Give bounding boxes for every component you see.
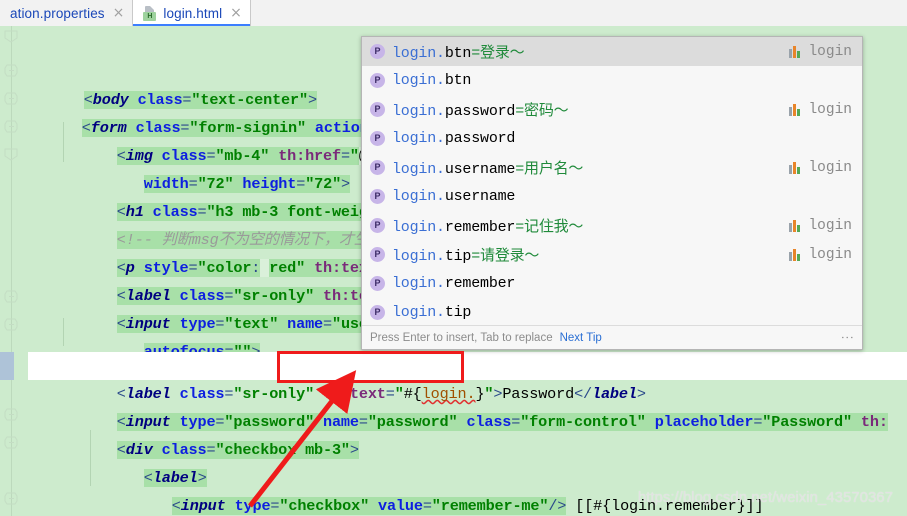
- watermark: https://blog.csdn.net/weixin_43570367: [637, 489, 893, 506]
- fold-minus-icon[interactable]: [4, 64, 19, 77]
- fold-chevron-icon[interactable]: [4, 148, 19, 161]
- autocomplete-item[interactable]: P login.tip=请登录～ login: [362, 240, 862, 269]
- fold-minus-icon[interactable]: [4, 92, 19, 105]
- autocomplete-item-label: login.password=密码～: [392, 103, 569, 120]
- code-line-comment[interactable]: <!-- 判断msg不为空的情况下，才生成: [63, 198, 384, 249]
- html-badge-label: H: [143, 11, 157, 21]
- property-icon: P: [370, 305, 385, 320]
- autocomplete-item-source: login: [789, 218, 852, 234]
- autocomplete-popup[interactable]: P login.btn=登录～ login P login.btn P logi…: [361, 36, 863, 350]
- autocomplete-item-label: login.username: [392, 188, 516, 205]
- property-icon: P: [370, 276, 385, 291]
- code-editor[interactable]: <body class="text-center"> <form class="…: [0, 26, 907, 516]
- fold-chevron-icon[interactable]: [4, 30, 19, 43]
- autocomplete-item-label: login.btn=登录～: [392, 45, 525, 62]
- close-icon[interactable]: ×: [230, 6, 242, 20]
- autocomplete-item[interactable]: P login.password=密码～ login: [362, 95, 862, 124]
- code-line-overflow: stra: [861, 142, 907, 170]
- property-icon: P: [370, 44, 385, 59]
- code-line-overflow: plac: [871, 310, 907, 338]
- code-line[interactable]: </label>: [90, 492, 216, 516]
- autocomplete-hint: Press Enter to insert, Tab to replace: [370, 331, 553, 344]
- autocomplete-item[interactable]: P login.password: [362, 124, 862, 153]
- code-line[interactable]: autofocus="">: [90, 310, 261, 361]
- autocomplete-item[interactable]: P login.btn: [362, 66, 862, 95]
- autocomplete-item[interactable]: P login.username: [362, 182, 862, 211]
- kebab-menu-icon[interactable]: ⋮: [840, 331, 855, 344]
- fold-minus-icon[interactable]: [4, 436, 19, 449]
- code-line[interactable]: <input type="password" name="password" c…: [63, 380, 888, 431]
- code-line[interactable]: <form class="form-signin" action="d: [28, 86, 396, 137]
- property-icon: P: [370, 247, 385, 262]
- editor-tab-bar: ation.properties × H login.html ×: [0, 0, 907, 27]
- next-tip-link[interactable]: Next Tip: [560, 332, 602, 344]
- editor-gutter[interactable]: [0, 26, 28, 516]
- tab-label: login.html: [163, 5, 223, 21]
- autocomplete-item-label: login.password: [392, 130, 516, 147]
- autocomplete-item-label: login.username=用户名～: [392, 161, 584, 178]
- current-line-marker: [0, 352, 14, 380]
- code-line[interactable]: <input type="text" name="userna: [63, 282, 395, 333]
- code-line[interactable]: <div class="checkbox mb-3">: [63, 408, 359, 459]
- autocomplete-item-source: login: [789, 44, 852, 60]
- autocomplete-footer: Press Enter to insert, Tab to replace Ne…: [362, 325, 862, 349]
- property-icon: P: [370, 160, 385, 175]
- autocomplete-item-label: login.btn: [392, 72, 472, 89]
- code-line[interactable]: <label class="sr-only" th:text=: [63, 254, 395, 305]
- properties-file-icon: [789, 219, 802, 232]
- code-line[interactable]: <img class="mb-4" th:href="@{/a: [63, 114, 395, 165]
- properties-file-icon: [789, 45, 802, 58]
- properties-file-icon: [789, 248, 802, 261]
- fold-minus-icon[interactable]: [4, 120, 19, 133]
- tab-login-html[interactable]: H login.html ×: [132, 0, 251, 27]
- code-line[interactable]: <body class="text-center">: [30, 58, 317, 109]
- autocomplete-item[interactable]: P login.tip: [362, 298, 862, 327]
- autocomplete-item-label: login.remember: [392, 275, 516, 292]
- property-icon: P: [370, 218, 385, 233]
- fold-minus-icon[interactable]: [4, 318, 19, 331]
- autocomplete-item[interactable]: P login.username=用户名～ login: [362, 153, 862, 182]
- autocomplete-item-source: login: [789, 160, 852, 176]
- code-line-current[interactable]: <label class="sr-only" th:text="#{login.…: [28, 352, 907, 403]
- code-line-overflow: ost">: [861, 86, 907, 114]
- autocomplete-item-source: login: [789, 102, 852, 118]
- fold-minus-icon[interactable]: [4, 492, 19, 505]
- fold-minus-icon[interactable]: [4, 408, 19, 421]
- properties-file-icon: [789, 161, 802, 174]
- autocomplete-item-label: login.tip=请登录～: [392, 248, 540, 265]
- code-line[interactable]: width="72" height="72">: [90, 142, 350, 193]
- code-line[interactable]: <h1 class="h3 mb-3 font-weight-: [63, 170, 395, 221]
- code-line[interactable]: <label>: [90, 436, 207, 487]
- properties-file-icon: [789, 103, 802, 116]
- autocomplete-item[interactable]: P login.remember: [362, 269, 862, 298]
- property-icon: P: [370, 189, 385, 204]
- tab-application-properties[interactable]: ation.properties ×: [0, 0, 133, 26]
- property-icon: P: [370, 73, 385, 88]
- autocomplete-item[interactable]: P login.remember=记住我～ login: [362, 211, 862, 240]
- property-icon: P: [370, 102, 385, 117]
- close-icon[interactable]: ×: [113, 6, 125, 20]
- html-file-icon: H: [143, 5, 158, 21]
- autocomplete-item-label: login.tip: [392, 304, 472, 321]
- property-icon: P: [370, 131, 385, 146]
- tab-label: ation.properties: [10, 5, 105, 21]
- fold-minus-icon[interactable]: [4, 290, 19, 303]
- autocomplete-item-source: login: [789, 247, 852, 263]
- autocomplete-item-label: login.remember=记住我～: [392, 219, 584, 236]
- code-line[interactable]: <p style="color: red" th:text=": [63, 226, 395, 277]
- autocomplete-item[interactable]: P login.btn=登录～ login: [362, 37, 862, 66]
- code-line[interactable]: <input type="checkbox" value="remember-m…: [118, 464, 764, 515]
